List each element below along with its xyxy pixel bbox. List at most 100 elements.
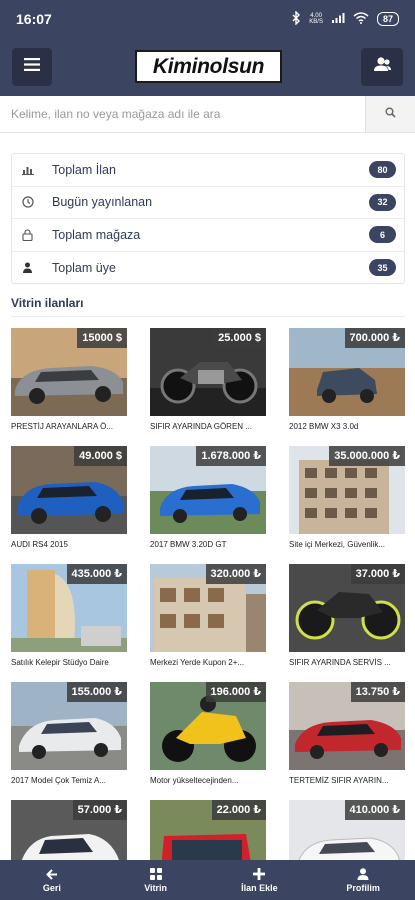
wifi-icon: [353, 11, 369, 27]
listing-price: 13.750 ₺: [350, 682, 405, 702]
listing-grid: 15000 $ PRESTİJ ARAYANLARA Ö... 25.000 $…: [11, 328, 405, 860]
listing-photo: 25.000 $: [150, 328, 266, 416]
listing-title: TERTEMİZ SIFIR AYARIN...: [289, 776, 389, 785]
listing-card[interactable]: 37.000 ₺ SIFIR AYARINDA SERVİS ...: [289, 564, 405, 667]
listing-card[interactable]: 49.000 $ AUDI RS4 2015: [11, 446, 127, 549]
listing-card[interactable]: 410.000 ₺: [289, 800, 405, 860]
nav-label: Profilim: [346, 883, 380, 893]
stat-total-members[interactable]: Toplam üye 35: [12, 252, 404, 285]
listing-card[interactable]: 435.000 ₺ Satılık Kelepir Stüdyo Daire: [11, 564, 127, 667]
stat-count-badge: 6: [369, 226, 396, 244]
listing-photo: 15000 $: [11, 328, 127, 416]
stat-count-badge: 80: [369, 161, 396, 179]
listing-photo: 37.000 ₺: [289, 564, 405, 652]
stat-today-published[interactable]: Bugün yayınlanan 32: [12, 187, 404, 219]
listing-card[interactable]: 320.000 ₺ Merkezi Yerde Kupon 2+...: [150, 564, 266, 667]
listing-photo: 320.000 ₺: [150, 564, 266, 652]
listing-photo: 410.000 ₺: [289, 800, 405, 860]
account-button[interactable]: [361, 48, 403, 86]
bluetooth-icon: [291, 9, 301, 28]
listing-photo: 1.678.000 ₺: [150, 446, 266, 534]
menu-button[interactable]: [12, 48, 52, 86]
listing-price: 57.000 ₺: [72, 800, 127, 820]
listing-title: 2012 BMW X3 3.0d: [289, 422, 359, 431]
listing-price: 435.000 ₺: [66, 564, 127, 584]
signal-icon: [331, 12, 345, 27]
listing-photo: 196.000 ₺: [150, 682, 266, 770]
user-icon: [22, 262, 42, 274]
search-button[interactable]: [365, 96, 415, 132]
listing-card[interactable]: 57.000 ₺: [11, 800, 127, 860]
listing-card[interactable]: 25.000 $ SIFIR AYARINDA GÖREN ...: [150, 328, 266, 431]
listing-price: 25.000 $: [213, 328, 266, 348]
arrow-left-icon: [45, 867, 58, 881]
listing-card[interactable]: 196.000 ₺ Motor yükseltecejinden...: [150, 682, 266, 785]
lock-icon: [22, 229, 42, 241]
showcase-title: Vitrin ilanları: [11, 296, 84, 310]
listing-title: 2017 Model Çok Temiz A...: [11, 776, 107, 785]
listing-photo: 49.000 $: [11, 446, 127, 534]
search-input[interactable]: [0, 96, 365, 132]
listing-card[interactable]: 700.000 ₺ 2012 BMW X3 3.0d: [289, 328, 405, 431]
stats-panel: Toplam İlan 80 Bugün yayınlanan 32 Topla…: [11, 153, 405, 284]
plus-icon: [253, 867, 266, 881]
stat-total-listings[interactable]: Toplam İlan 80: [12, 154, 404, 187]
listing-title: SIFIR AYARINDA SERVİS ...: [289, 658, 391, 667]
listing-title: Satılık Kelepir Stüdyo Daire: [11, 658, 109, 667]
stat-label: Bugün yayınlanan: [52, 195, 153, 210]
listing-title: AUDI RS4 2015: [11, 540, 68, 549]
nav-profile[interactable]: Profilim: [311, 860, 415, 900]
listing-price: 155.000 ₺: [66, 682, 127, 702]
listing-title: PRESTİJ ARAYANLARA Ö...: [11, 422, 113, 431]
listing-price: 35.000.000 ₺: [329, 446, 405, 466]
stat-count-badge: 32: [369, 193, 396, 211]
app-logo[interactable]: Kiminolsun: [135, 50, 282, 83]
listing-title: SIFIR AYARINDA GÖREN ...: [150, 422, 252, 431]
listing-price: 15000 $: [77, 328, 127, 348]
grid-icon: [149, 867, 162, 881]
listing-price: 22.000 ₺: [211, 800, 266, 820]
listing-price: 410.000 ₺: [344, 800, 405, 820]
stat-label: Toplam üye: [52, 260, 116, 275]
listing-photo: 155.000 ₺: [11, 682, 127, 770]
listing-photo: 22.000 ₺: [150, 800, 266, 860]
nav-showcase[interactable]: Vitrin: [104, 860, 208, 900]
nav-label: Vitrin: [144, 883, 168, 893]
nav-add-listing[interactable]: İlan Ekle: [208, 860, 312, 900]
hamburger-icon: [24, 58, 40, 76]
listing-photo: 435.000 ₺: [11, 564, 127, 652]
listing-title: Site içi Merkezi, Güvenlik...: [289, 540, 386, 549]
listing-card[interactable]: 35.000.000 ₺ Site içi Merkezi, Güvenlik.…: [289, 446, 405, 549]
listing-title: 2017 BMW 3.20D GT: [150, 540, 227, 549]
search-bar: [0, 96, 415, 133]
listing-photo: 13.750 ₺: [289, 682, 405, 770]
bar-chart-icon: [22, 164, 42, 176]
stat-label: Toplam İlan: [52, 162, 116, 177]
listing-photo: 35.000.000 ₺: [289, 446, 405, 534]
listing-card[interactable]: 15000 $ PRESTİJ ARAYANLARA Ö...: [11, 328, 127, 431]
listing-price: 49.000 $: [74, 446, 127, 466]
listing-card[interactable]: 13.750 ₺ TERTEMİZ SIFIR AYARIN...: [289, 682, 405, 785]
listing-card[interactable]: 22.000 ₺: [150, 800, 266, 860]
search-icon: [385, 105, 396, 123]
listing-photo: 700.000 ₺: [289, 328, 405, 416]
bottom-nav: Geri Vitrin İlan Ekle Profilim: [0, 860, 415, 900]
listing-photo: 57.000 ₺: [11, 800, 127, 860]
status-bar: 16:07 4.00 KB/S 87: [0, 0, 415, 38]
battery-indicator: 87: [376, 12, 399, 26]
users-icon: [372, 57, 392, 77]
user-icon: [357, 867, 369, 881]
nav-label: İlan Ekle: [241, 883, 278, 893]
app-bar: Kiminolsun: [0, 38, 415, 96]
listing-card[interactable]: 1.678.000 ₺ 2017 BMW 3.20D GT: [150, 446, 266, 549]
nav-back[interactable]: Geri: [0, 860, 104, 900]
listing-card[interactable]: 155.000 ₺ 2017 Model Çok Temiz A...: [11, 682, 127, 785]
listing-price: 37.000 ₺: [350, 564, 405, 584]
listing-price: 196.000 ₺: [205, 682, 266, 702]
stat-total-stores[interactable]: Toplam mağaza 6: [12, 219, 404, 252]
clock-icon: [22, 196, 42, 208]
nav-label: Geri: [42, 883, 61, 893]
stat-count-badge: 35: [369, 259, 396, 277]
stat-label: Toplam mağaza: [52, 227, 141, 242]
listing-price: 320.000 ₺: [205, 564, 266, 584]
